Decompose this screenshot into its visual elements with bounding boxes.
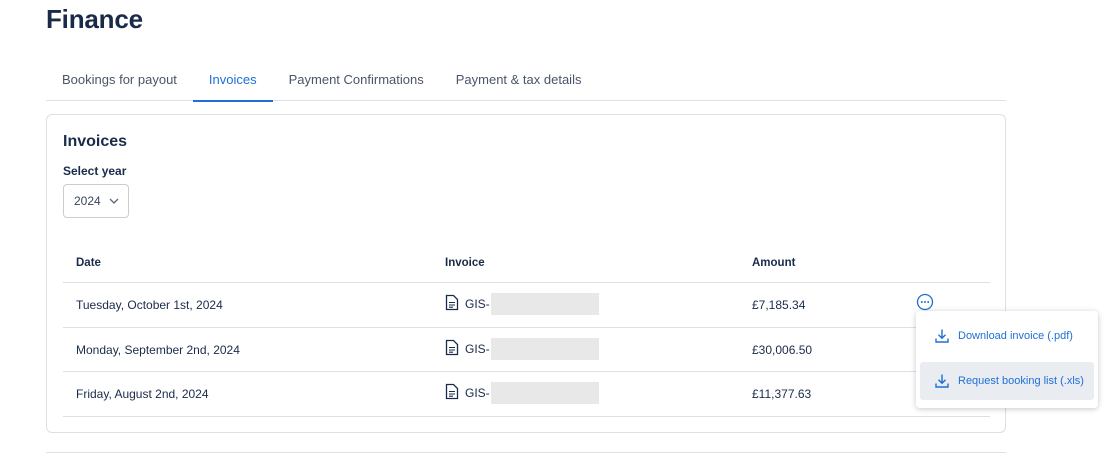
download-invoice-label: Download invoice (.pdf)	[958, 330, 1073, 342]
tab-bar: Bookings for payout Invoices Payment Con…	[46, 58, 1006, 102]
request-booking-list-menu-item[interactable]: Request booking list (.xls)	[920, 362, 1094, 400]
table-row: Tuesday, October 1st, 2024 GIS- £7,185.3…	[63, 283, 990, 328]
document-icon	[445, 294, 459, 314]
invoice-prefix: GIS-	[465, 341, 490, 356]
document-icon	[445, 339, 459, 359]
column-header-invoice: Invoice	[445, 257, 485, 269]
invoice-actions-menu: Download invoice (.pdf) Request booking …	[916, 311, 1098, 408]
download-icon	[935, 329, 949, 343]
tab-payment-tax-details[interactable]: Payment & tax details	[440, 58, 598, 101]
redacted-invoice-id	[490, 337, 599, 360]
tab-invoices[interactable]: Invoices	[192, 58, 273, 102]
invoice-date: Friday, August 2nd, 2024	[76, 387, 209, 401]
table-header: Date Invoice Amount	[63, 247, 990, 283]
invoices-title: Invoices	[63, 133, 128, 150]
column-header-date: Date	[76, 257, 101, 269]
invoice-number[interactable]: GIS-	[445, 382, 599, 404]
more-options-icon[interactable]	[916, 293, 934, 311]
invoice-amount: £7,185.34	[752, 298, 806, 312]
year-select-label: Select year	[63, 164, 127, 178]
redacted-invoice-id	[490, 382, 599, 404]
chevron-down-icon	[108, 195, 120, 210]
divider	[46, 452, 1006, 453]
invoice-amount: £11,377.63	[752, 387, 812, 401]
column-header-amount: Amount	[752, 257, 796, 269]
invoice-number[interactable]: GIS-	[445, 293, 599, 315]
page-title: Finance	[46, 4, 143, 34]
invoice-prefix: GIS-	[465, 297, 490, 311]
year-select-value: 2024	[74, 194, 101, 208]
tab-payment-confirmations[interactable]: Payment Confirmations	[273, 58, 440, 101]
request-booking-list-label: Request booking list (.xls)	[958, 375, 1084, 387]
invoice-prefix: GIS-	[465, 386, 490, 400]
download-invoice-menu-item[interactable]: Download invoice (.pdf)	[920, 317, 1094, 355]
invoice-date: Monday, September 2nd, 2024	[76, 342, 240, 357]
table-row: Monday, September 2nd, 2024 GIS- £30,006…	[63, 328, 990, 372]
redacted-invoice-id	[490, 293, 599, 315]
year-select[interactable]: 2024	[63, 184, 129, 218]
invoice-date: Tuesday, October 1st, 2024	[76, 298, 223, 312]
invoices-table: Date Invoice Amount Tuesday, October 1st…	[63, 247, 990, 417]
invoices-card: Invoices Select year 2024 Date Invoice A…	[46, 114, 1006, 433]
table-row: Friday, August 2nd, 2024 GIS- £11,377.63	[63, 372, 990, 417]
document-icon	[445, 383, 459, 403]
invoice-amount: £30,006.50	[752, 342, 813, 357]
download-icon	[935, 374, 949, 388]
invoice-number[interactable]: GIS-	[445, 337, 599, 360]
tab-bookings-for-payout[interactable]: Bookings for payout	[46, 58, 193, 101]
